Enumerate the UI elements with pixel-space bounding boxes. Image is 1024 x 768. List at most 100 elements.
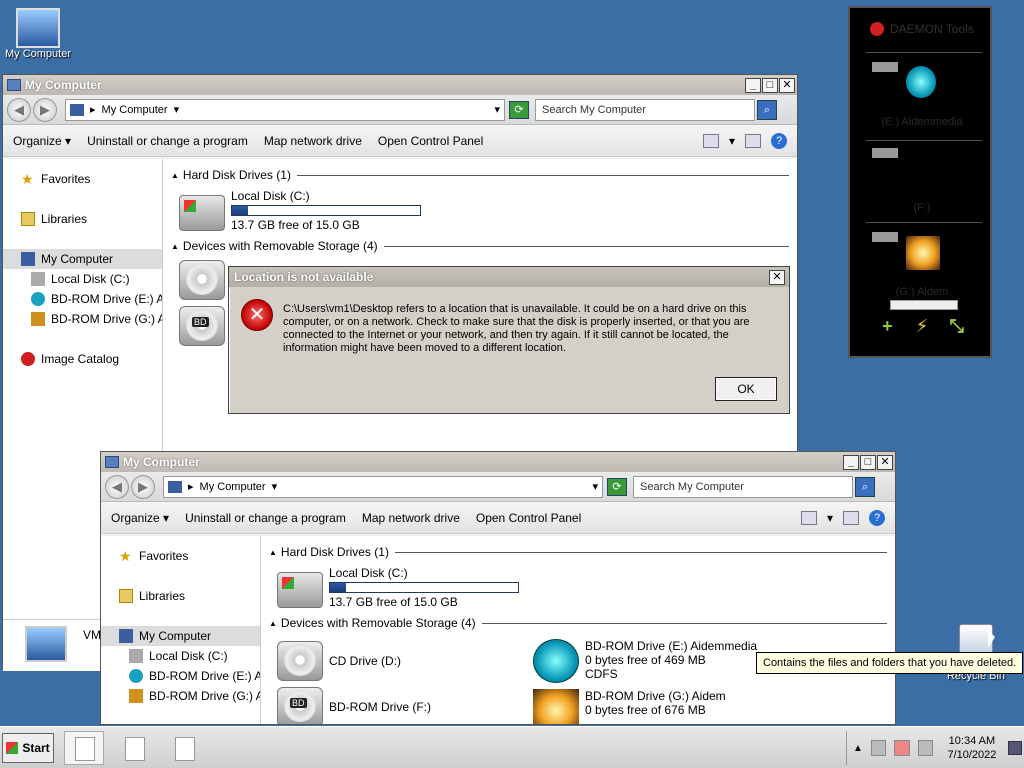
nav-local-disk[interactable]: Local Disk (C:): [3, 269, 162, 289]
windows-logo-icon: [6, 742, 19, 754]
refresh-button[interactable]: ⟳: [509, 100, 529, 119]
chevron-down-icon[interactable]: ▾: [827, 511, 833, 525]
back-button[interactable]: ◀: [105, 474, 129, 499]
preview-pane-icon[interactable]: [745, 133, 761, 148]
search-icon[interactable]: ⌕: [855, 476, 875, 497]
uninstall-button[interactable]: Uninstall or change a program: [185, 511, 346, 525]
dialog-close-button[interactable]: ✕: [769, 269, 785, 285]
group-header-removable[interactable]: ▲ Devices with Removable Storage (4): [269, 615, 887, 631]
system-tray: ▲ 10:34 AM 7/10/2022: [846, 731, 1022, 765]
map-drive-button[interactable]: Map network drive: [362, 511, 460, 525]
forward-button[interactable]: ▶: [131, 474, 155, 499]
group-header-hdd[interactable]: ▲ Hard Disk Drives (1): [171, 167, 789, 183]
drive-bd-f[interactable]: BD BD-ROM Drive (F:): [277, 687, 525, 724]
drive-filesystem: CDFS: [585, 667, 618, 681]
disk-usage-fill: [330, 583, 347, 592]
nav-my-computer[interactable]: My Computer: [3, 249, 162, 269]
taskbar-button-1[interactable]: [64, 731, 104, 765]
group-header-removable[interactable]: ▲ Devices with Removable Storage (4): [171, 238, 789, 254]
daemon-tools-gadget[interactable]: DAEMON Tools (E:) Aidemmedia (F:) (G:) A…: [848, 6, 992, 358]
bd-drive-icon: BD: [277, 687, 323, 724]
close-button[interactable]: ✕: [779, 77, 795, 93]
organize-button[interactable]: Organize ▾: [111, 511, 169, 525]
quick-mount-icon[interactable]: ⚡: [913, 317, 931, 336]
search-input[interactable]: Search My Computer: [633, 475, 853, 498]
drive-name: BD-ROM Drive (G:) Aidem: [585, 689, 726, 703]
organize-button[interactable]: Organize ▾: [13, 134, 71, 148]
control-panel-button[interactable]: Open Control Panel: [476, 511, 581, 525]
view-options-icon[interactable]: [702, 133, 719, 148]
computer-icon: [105, 456, 119, 468]
spark-disc-icon[interactable]: [906, 236, 940, 270]
add-drive-icon[interactable]: +: [878, 317, 896, 336]
nav-libraries[interactable]: Libraries: [3, 209, 162, 229]
back-button[interactable]: ◀: [7, 97, 31, 122]
nav-bd-e[interactable]: BD-ROM Drive (E:) Aid: [3, 289, 162, 309]
taskbar-button-2[interactable]: [114, 731, 154, 765]
window-titlebar[interactable]: My Computer _ □ ✕: [101, 452, 895, 472]
minimize-button[interactable]: _: [843, 454, 859, 470]
content-pane: ▲ Hard Disk Drives (1) Local Disk (C:) 13…: [261, 536, 895, 724]
ufo-disc-icon[interactable]: [906, 66, 936, 98]
nav-my-computer[interactable]: My Computer: [101, 626, 260, 646]
address-bar-row: ◀ ▶ ▸ My Computer ▾ ▾ ⟳ Search My Comput…: [101, 472, 895, 502]
control-panel-button[interactable]: Open Control Panel: [378, 134, 483, 148]
drive-bd-e[interactable]: BD-ROM Drive (E:) Aidemmedia 0 bytes fre…: [533, 639, 757, 683]
search-icon[interactable]: ⌕: [757, 99, 777, 120]
minimize-button[interactable]: _: [745, 77, 761, 93]
my-computer-desktop-icon[interactable]: My Computer: [2, 8, 74, 60]
action-center-icon[interactable]: [894, 740, 910, 756]
start-button[interactable]: Start: [2, 733, 54, 763]
clock[interactable]: 10:34 AM 7/10/2022: [947, 734, 996, 762]
help-icon[interactable]: ?: [771, 132, 787, 149]
preview-pane-icon[interactable]: [843, 510, 859, 525]
nav-bd-g[interactable]: BD-ROM Drive (G:) Aic: [101, 686, 260, 706]
view-options-icon[interactable]: [800, 510, 817, 525]
my-computer-window-front[interactable]: My Computer _ □ ✕ ◀ ▶ ▸ My Computer ▾ ▾ …: [100, 451, 896, 725]
gadget-title: DAEMON Tools: [890, 22, 974, 36]
network-icon[interactable]: [870, 740, 887, 756]
unmount-all-icon[interactable]: ⤡: [948, 317, 966, 336]
refresh-button[interactable]: ⟳: [607, 477, 627, 496]
drive-local-disk[interactable]: Local Disk (C:) 13.7 GB free of 15.0 GB: [277, 566, 887, 609]
nav-bd-g[interactable]: BD-ROM Drive (G:) Aic: [3, 309, 162, 329]
bd-rom-icon: [129, 689, 143, 703]
location-error-dialog[interactable]: Location is not available ✕ ✕ C:\Users\v…: [228, 266, 790, 414]
nav-bd-e[interactable]: BD-ROM Drive (E:) Aid: [101, 666, 260, 686]
background-window-fragment[interactable]: VM: [3, 619, 101, 671]
dialog-titlebar[interactable]: Location is not available ✕: [229, 267, 789, 287]
chevron-down-icon[interactable]: ▾: [729, 134, 735, 148]
nav-image-catalog[interactable]: Image Catalog: [3, 349, 162, 369]
group-header-hdd[interactable]: ▲ Hard Disk Drives (1): [269, 544, 887, 560]
maximize-button[interactable]: □: [860, 454, 876, 470]
nav-favorites[interactable]: ★ Favorites: [101, 546, 260, 566]
hard-disk-icon: [277, 572, 323, 608]
map-drive-button[interactable]: Map network drive: [264, 134, 362, 148]
volume-icon[interactable]: [917, 740, 934, 756]
hard-disk-icon: [129, 649, 143, 663]
slot-g-label: (G:) Aidem: [895, 286, 949, 298]
nav-favorites[interactable]: ★ Favorites: [3, 169, 162, 189]
taskbar-button-3[interactable]: [164, 731, 204, 765]
drive-local-disk[interactable]: Local Disk (C:) 13.7 GB free of 15.0 GB: [179, 189, 789, 232]
window-titlebar[interactable]: My Computer _ □ ✕: [3, 75, 797, 95]
nav-libraries[interactable]: Libraries: [101, 586, 260, 606]
close-button[interactable]: ✕: [877, 454, 893, 470]
address-bar[interactable]: ▸ My Computer ▾ ▾: [65, 98, 505, 121]
show-hidden-icons-icon[interactable]: ▲: [853, 743, 863, 754]
forward-button[interactable]: ▶: [33, 97, 57, 122]
nav-local-disk[interactable]: Local Disk (C:): [101, 646, 260, 666]
address-dropdown-icon[interactable]: ▾: [592, 480, 598, 493]
show-desktop-button[interactable]: [1008, 741, 1022, 755]
recycle-bin-tooltip: Contains the files and folders that you …: [756, 652, 1024, 674]
ok-button[interactable]: OK: [715, 377, 777, 401]
folder-icon: [21, 212, 35, 226]
drive-bd-g[interactable]: BD-ROM Drive (G:) Aidem 0 bytes free of …: [533, 689, 757, 724]
maximize-button[interactable]: □: [762, 77, 778, 93]
address-dropdown-icon[interactable]: ▾: [494, 103, 500, 116]
drive-cd-d[interactable]: CD Drive (D:): [277, 641, 525, 681]
search-input[interactable]: Search My Computer: [535, 98, 755, 121]
uninstall-button[interactable]: Uninstall or change a program: [87, 134, 248, 148]
address-bar[interactable]: ▸ My Computer ▾ ▾: [163, 475, 603, 498]
help-icon[interactable]: ?: [869, 509, 885, 526]
